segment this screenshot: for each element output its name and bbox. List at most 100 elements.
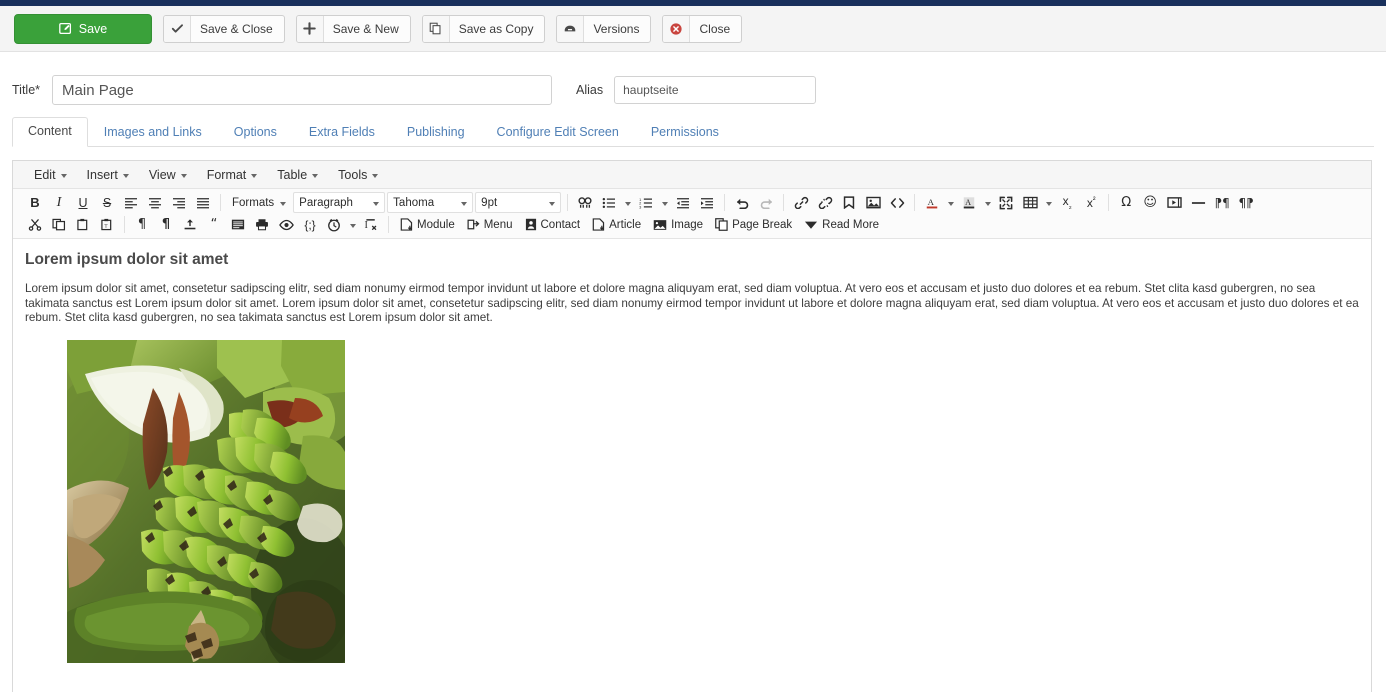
insert-datetime-icon[interactable] — [323, 214, 345, 235]
insert-menu-button[interactable]: Menu — [462, 214, 518, 235]
formats-dropdown[interactable]: Formats — [227, 192, 291, 213]
tab-images-and-links[interactable]: Images and Links — [88, 118, 218, 147]
align-left-icon[interactable] — [120, 192, 142, 213]
font-size-dropdown[interactable]: 9pt — [475, 192, 562, 213]
green-bananas-photo[interactable] — [67, 339, 345, 663]
close-button[interactable]: Close — [662, 14, 743, 43]
template-icon[interactable] — [227, 214, 249, 235]
insert-contact-button[interactable]: Contact — [520, 214, 586, 235]
table-options-icon[interactable] — [1043, 192, 1054, 213]
copy-icon[interactable] — [48, 214, 70, 235]
menu-format[interactable]: Format — [198, 165, 267, 185]
horizontal-rule-icon[interactable] — [1187, 192, 1209, 213]
print-icon[interactable] — [251, 214, 273, 235]
text-color-icon[interactable]: A — [921, 192, 943, 213]
insert-media-icon[interactable] — [1163, 192, 1185, 213]
redo-icon[interactable] — [755, 192, 777, 213]
emoticon-icon[interactable]: ☺ — [1139, 192, 1161, 213]
align-right-icon[interactable] — [168, 192, 190, 213]
insert-page-break-button[interactable]: Page Break — [710, 214, 797, 235]
tab-extra-fields[interactable]: Extra Fields — [293, 118, 391, 147]
tab-configure-edit-screen[interactable]: Configure Edit Screen — [481, 118, 635, 147]
italic-icon[interactable]: I — [48, 192, 70, 213]
rtl-paragraph-icon[interactable]: ¶⁋ — [1235, 192, 1257, 213]
source-code-icon[interactable] — [886, 192, 908, 213]
paste-icon[interactable] — [72, 214, 94, 235]
indent-icon[interactable] — [696, 192, 718, 213]
align-center-icon[interactable] — [144, 192, 166, 213]
tab-publishing[interactable]: Publishing — [391, 118, 481, 147]
strikethrough-icon[interactable]: S — [96, 192, 118, 213]
background-color-icon[interactable]: A — [958, 192, 980, 213]
font-family-dropdown[interactable]: Tahoma — [387, 192, 474, 213]
insert-article-label: Article — [609, 218, 642, 231]
editor-content-area[interactable]: Lorem ipsum dolor sit amet Lorem ipsum d… — [13, 239, 1371, 669]
insert-page-break-label: Page Break — [732, 218, 793, 231]
insert-article-button[interactable]: Article — [587, 214, 646, 235]
paragraph-mark-icon[interactable]: ¶ — [131, 214, 153, 235]
tab-permissions[interactable]: Permissions — [635, 118, 735, 147]
import-icon[interactable] — [179, 214, 201, 235]
menu-view[interactable]: View — [140, 165, 196, 185]
editor-toolbar-row-2: T ¶ ¶ “ {;} I Module Menu Contact Articl… — [13, 214, 1371, 239]
title-input[interactable] — [52, 75, 553, 105]
insert-link-icon[interactable] — [790, 192, 812, 213]
bullet-list-icon[interactable] — [598, 192, 620, 213]
alias-input[interactable] — [614, 76, 817, 104]
action-toolbar: Save Save & Close Save & New Save as Cop… — [0, 6, 1386, 52]
background-color-options-icon[interactable] — [982, 192, 993, 213]
undo-icon[interactable] — [731, 192, 753, 213]
insert-image-button[interactable]: Image — [648, 214, 708, 235]
code-sample-icon[interactable]: {;} — [299, 214, 321, 235]
blockquote-icon[interactable]: “ — [203, 214, 225, 235]
show-blocks-icon[interactable]: ¶ — [155, 214, 177, 235]
align-justify-icon[interactable] — [192, 192, 214, 213]
svg-text:I: I — [364, 220, 368, 231]
bold-icon[interactable]: B — [24, 192, 46, 213]
special-character-icon[interactable]: Ω — [1115, 192, 1137, 213]
menu-tools[interactable]: Tools — [329, 165, 387, 185]
insert-image-icon[interactable] — [862, 192, 884, 213]
datetime-options-icon[interactable] — [347, 214, 358, 235]
tab-images-and-links-label: Images and Links — [103, 125, 202, 139]
superscript-icon[interactable]: x² — [1080, 192, 1102, 213]
paste-as-text-icon[interactable]: T — [96, 214, 118, 235]
outdent-icon[interactable] — [672, 192, 694, 213]
save-as-copy-button[interactable]: Save as Copy — [421, 14, 546, 43]
save-button[interactable]: Save — [14, 13, 152, 44]
subscript-icon[interactable]: x₂ — [1056, 192, 1078, 213]
menu-insert-label: Insert — [86, 167, 118, 182]
menu-insert[interactable]: Insert — [78, 165, 138, 185]
numbered-list-options-icon[interactable] — [659, 192, 670, 213]
menu-edit[interactable]: Edit — [25, 165, 76, 185]
fullscreen-icon[interactable] — [995, 192, 1017, 213]
menu-table[interactable]: Table — [268, 165, 327, 185]
anchor-icon[interactable] — [838, 192, 860, 213]
save-and-close-button[interactable]: Save & Close — [163, 14, 285, 43]
save-and-new-button[interactable]: Save & New — [295, 14, 411, 43]
insert-table-icon[interactable] — [1019, 192, 1041, 213]
ltr-paragraph-icon[interactable]: ⁋¶ — [1211, 192, 1233, 213]
unlink-icon[interactable] — [814, 192, 836, 213]
chevron-down-icon — [280, 201, 287, 206]
versions-button[interactable]: Versions — [556, 14, 652, 43]
insert-module-button[interactable]: Module — [395, 214, 460, 235]
clear-formatting-icon[interactable]: I — [360, 214, 382, 235]
numbered-list-icon[interactable]: 123 — [635, 192, 657, 213]
insert-read-more-button[interactable]: Read More — [799, 214, 884, 235]
search-replace-icon[interactable] — [574, 192, 596, 213]
bullet-list-options-icon[interactable] — [622, 192, 633, 213]
required-asterisk: * — [35, 83, 41, 97]
content-heading: Lorem ipsum dolor sit amet — [25, 251, 229, 268]
tab-options[interactable]: Options — [218, 118, 293, 147]
text-color-options-icon[interactable] — [945, 192, 956, 213]
tab-content[interactable]: Content — [12, 117, 88, 147]
cut-icon[interactable] — [24, 214, 46, 235]
tab-configure-edit-screen-label: Configure Edit Screen — [496, 125, 619, 139]
edit-screen-tabs: Content Images and Links Options Extra F… — [12, 117, 1374, 147]
underline-icon[interactable]: U — [72, 192, 94, 213]
chevron-down-icon — [349, 223, 356, 228]
article-icon — [592, 218, 605, 231]
preview-icon[interactable] — [275, 214, 297, 235]
block-format-dropdown[interactable]: Paragraph — [293, 192, 386, 213]
